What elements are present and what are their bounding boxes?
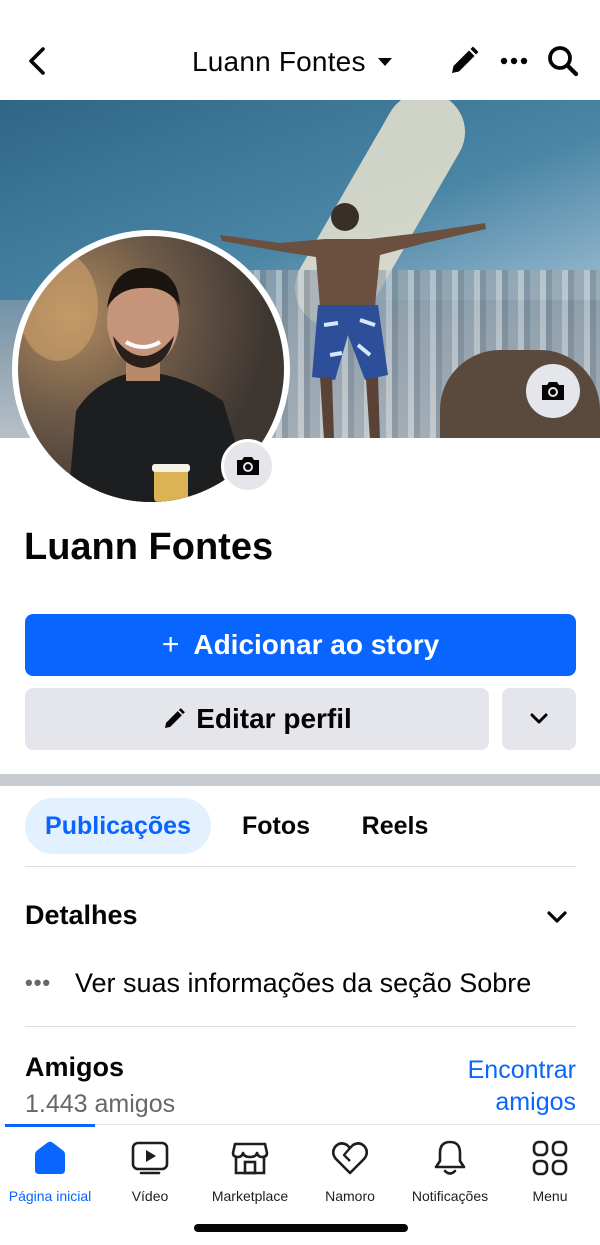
- find-friends-label-line1: Encontrar: [467, 1056, 576, 1084]
- more-dots-icon: [500, 57, 528, 65]
- find-friends-label-line2: amigos: [495, 1088, 576, 1116]
- nav-dating[interactable]: Namoro: [300, 1138, 400, 1218]
- dating-heart-icon: [330, 1138, 370, 1178]
- chevron-down-icon: [547, 910, 567, 923]
- pencil-icon: [165, 708, 186, 728]
- top-bar: Luann Fontes: [0, 0, 600, 100]
- nav-video[interactable]: Vídeo: [100, 1138, 200, 1218]
- home-indicator[interactable]: [194, 1224, 408, 1232]
- plus-icon: +: [161, 628, 180, 661]
- header-title: Luann Fontes: [192, 46, 366, 77]
- back-button[interactable]: [20, 42, 54, 80]
- about-info-text: Ver suas informações da seção Sobre: [75, 967, 532, 998]
- details-title: Detalhes: [25, 900, 138, 930]
- edit-profile-label: Editar perfil: [196, 703, 352, 734]
- search-button[interactable]: [543, 40, 583, 82]
- video-icon: [130, 1138, 170, 1178]
- marketplace-icon: [230, 1138, 270, 1178]
- more-options-button[interactable]: [494, 40, 534, 82]
- nav-home[interactable]: Página inicial: [0, 1138, 100, 1218]
- tab-publicacoes[interactable]: Publicações: [25, 798, 211, 854]
- search-icon: [548, 46, 579, 77]
- add-to-story-button[interactable]: + Adicionar ao story: [25, 614, 576, 676]
- camera-icon: [237, 457, 259, 475]
- nav-label: Notificações: [411, 1188, 489, 1204]
- see-about-info-link[interactable]: ••• Ver suas informações da seção Sobre: [25, 962, 531, 1004]
- friends-title: Amigos: [25, 1052, 125, 1082]
- nav-label: Marketplace: [211, 1188, 289, 1204]
- active-tab-indicator: [5, 1124, 95, 1127]
- friends-count: 1.443 amigos: [25, 1090, 176, 1118]
- nav-notifications[interactable]: Notificações: [400, 1138, 500, 1218]
- divider: [25, 866, 576, 867]
- tab-reels[interactable]: Reels: [345, 798, 445, 854]
- bell-icon: [430, 1138, 470, 1178]
- section-separator: [0, 774, 600, 786]
- add-to-story-label: Adicionar ao story: [193, 629, 440, 660]
- caret-down-icon: [377, 58, 392, 66]
- pencil-icon: [452, 46, 479, 73]
- find-friends-link[interactable]: Encontrar amigos: [436, 1054, 576, 1118]
- change-cover-photo-button[interactable]: [526, 364, 580, 418]
- more-dots-icon: •••: [25, 970, 52, 995]
- more-actions-button[interactable]: [502, 688, 576, 750]
- camera-icon: [542, 382, 564, 400]
- details-toggle-button[interactable]: [540, 902, 574, 932]
- nav-menu[interactable]: Menu: [500, 1138, 600, 1218]
- edit-pencil-button[interactable]: [444, 40, 484, 82]
- chevron-left-icon: [29, 47, 45, 75]
- tab-fotos[interactable]: Fotos: [226, 798, 326, 854]
- nav-label: Menu: [532, 1188, 568, 1204]
- menu-grid-icon: [530, 1138, 570, 1178]
- divider: [25, 1026, 576, 1027]
- change-profile-picture-button[interactable]: [221, 439, 275, 493]
- nav-label: Página inicial: [8, 1188, 92, 1204]
- profile-switcher[interactable]: Luann Fontes: [192, 40, 392, 84]
- home-icon: [30, 1138, 70, 1178]
- nav-label: Vídeo: [131, 1188, 169, 1204]
- edit-profile-button[interactable]: Editar perfil: [25, 688, 489, 750]
- chevron-down-icon: [530, 713, 548, 724]
- profile-name: Luann Fontes: [24, 526, 274, 568]
- nav-label: Namoro: [325, 1188, 375, 1204]
- nav-marketplace[interactable]: Marketplace: [200, 1138, 300, 1218]
